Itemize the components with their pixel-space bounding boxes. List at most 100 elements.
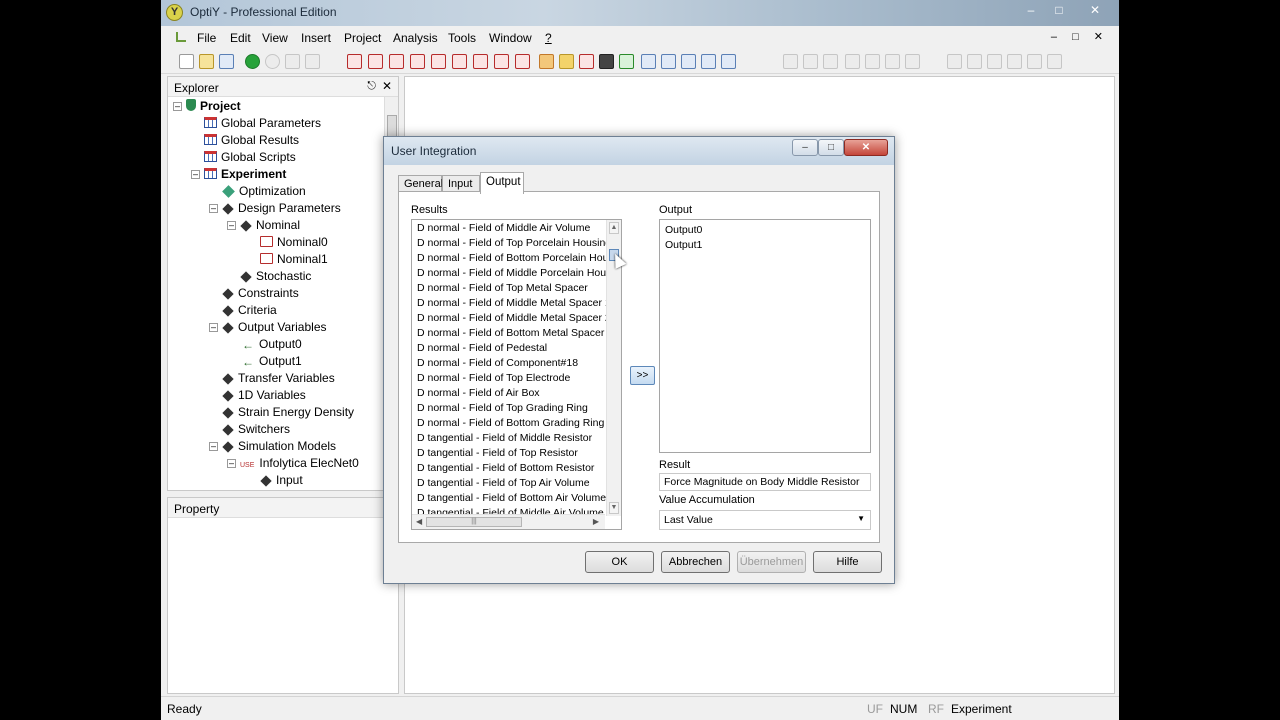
tree-item-1d-variables[interactable]: 1D Variables <box>222 388 306 405</box>
transfer-variable-icon[interactable] <box>431 54 446 69</box>
help-button[interactable]: Hilfe <box>813 551 882 573</box>
tools-icon[interactable] <box>559 54 574 69</box>
collapse-icon[interactable]: – <box>227 221 236 230</box>
list-item[interactable]: D normal - Field of Middle Air Volume <box>417 222 590 237</box>
list-item[interactable]: D normal - Field of Bottom Metal Spacer <box>417 327 604 342</box>
menu-help[interactable]: ? <box>545 31 552 45</box>
menu-window[interactable]: Window <box>489 31 532 45</box>
dialog-maximize-button[interactable]: □ <box>818 139 844 156</box>
shape-icon[interactable] <box>823 54 838 69</box>
collapse-icon[interactable]: – <box>173 102 182 111</box>
scroll-left-icon[interactable]: ◀ <box>416 517 422 526</box>
tree-item-infolytica-elecnet0[interactable]: USE Infolytica ElecNet0 <box>240 456 359 473</box>
list-item[interactable]: D tangential - Field of Middle Resistor <box>417 432 592 447</box>
output-listbox[interactable]: Output0 Output1 <box>659 219 871 453</box>
value-accumulation-select[interactable]: Last Value ▼ <box>659 510 871 530</box>
layout1-icon[interactable] <box>947 54 962 69</box>
script-icon[interactable] <box>599 54 614 69</box>
pin-icon[interactable]: ⎋ <box>367 80 376 93</box>
output-variable-icon[interactable] <box>410 54 425 69</box>
apply-button[interactable]: Übernehmen <box>737 551 806 573</box>
excel-icon[interactable] <box>619 54 634 69</box>
tree-item-nominal[interactable]: Nominal <box>240 218 300 235</box>
menu-view[interactable]: View <box>262 31 288 45</box>
layout6-icon[interactable] <box>1047 54 1062 69</box>
tree-item-transfer-variables[interactable]: Transfer Variables <box>222 371 335 388</box>
close-button[interactable]: ✕ <box>1075 2 1115 20</box>
switcher-icon[interactable] <box>494 54 509 69</box>
layout4-icon[interactable] <box>1007 54 1022 69</box>
menu-insert[interactable]: Insert <box>301 31 331 45</box>
align-icon[interactable] <box>783 54 798 69</box>
tree-item-input[interactable]: Input <box>260 473 303 490</box>
tree-item-nominal1[interactable]: Nominal1 <box>260 252 328 269</box>
scroll-right-icon[interactable]: ▶ <box>593 517 599 526</box>
tree-item-switchers[interactable]: Switchers <box>222 422 290 439</box>
tree-item-strain-energy-density[interactable]: Strain Energy Density <box>222 405 354 422</box>
layout5-icon[interactable] <box>1027 54 1042 69</box>
list-item[interactable]: D tangential - Field of Bottom Resistor <box>417 462 594 477</box>
table-icon[interactable] <box>641 54 656 69</box>
collapse-icon[interactable]: – <box>209 442 218 451</box>
add-to-output-button[interactable]: >> <box>630 366 655 385</box>
list-item[interactable]: D tangential - Field of Top Resistor <box>417 447 578 462</box>
list-item[interactable]: D normal - Field of Top Grading Ring <box>417 402 588 417</box>
list-item[interactable]: D normal - Field of Top Metal Spacer <box>417 282 588 297</box>
list-item[interactable]: D normal - Field of Middle Metal Spacer … <box>417 312 611 327</box>
stop-icon[interactable] <box>265 54 280 69</box>
scroll-down-icon[interactable]: ▼ <box>609 502 619 514</box>
columns-icon[interactable] <box>681 54 696 69</box>
scrollbar-thumb[interactable]: ||| <box>426 517 522 527</box>
close-icon[interactable]: ✕ <box>382 79 392 93</box>
collapse-icon[interactable]: – <box>191 170 200 179</box>
minimize-button[interactable]: – <box>1017 2 1045 20</box>
grid-view-icon[interactable] <box>721 54 736 69</box>
criteria-icon[interactable] <box>389 54 404 69</box>
open-folder-icon[interactable] <box>199 54 214 69</box>
pause-icon[interactable] <box>885 54 900 69</box>
tree-item-constraints[interactable]: Constraints <box>222 286 299 303</box>
list-item[interactable]: Output0 <box>665 224 702 239</box>
menu-file[interactable]: File <box>197 31 216 45</box>
save-icon[interactable] <box>219 54 234 69</box>
ok-button[interactable]: OK <box>585 551 654 573</box>
tree-item-output-variables[interactable]: Output Variables <box>222 320 327 337</box>
constraint-icon[interactable] <box>368 54 383 69</box>
tree-item-optimization[interactable]: Optimization <box>222 184 306 201</box>
tree-item-global-scripts[interactable]: Global Scripts <box>204 150 296 167</box>
results-hscrollbar[interactable]: ◀ ||| ▶ <box>412 514 605 529</box>
tree-item-project[interactable]: Project <box>186 99 241 116</box>
new-file-icon[interactable] <box>179 54 194 69</box>
tree-item-design-parameters[interactable]: Design Parameters <box>222 201 341 218</box>
menu-tools[interactable]: Tools <box>448 31 476 45</box>
layout2-icon[interactable] <box>967 54 982 69</box>
tree-item-output1[interactable]: ← Output1 <box>242 354 302 371</box>
tree-item-stochastic[interactable]: Stochastic <box>240 269 311 286</box>
play-icon[interactable] <box>865 54 880 69</box>
dialog-minimize-button[interactable]: – <box>792 139 818 156</box>
step-icon[interactable] <box>285 54 300 69</box>
simulation-model-icon[interactable] <box>515 54 530 69</box>
maximize-button[interactable]: □ <box>1045 2 1073 20</box>
results-listbox[interactable]: D normal - Field of Middle Air Volume D n… <box>411 219 622 530</box>
list-item[interactable]: D normal - Field of Middle Porcelain Hou… <box>417 267 621 282</box>
result-field[interactable]: Force Magnitude on Body Middle Resistor <box>659 473 871 491</box>
design-parameter-icon[interactable] <box>347 54 362 69</box>
list-item[interactable]: D normal - Field of Top Electrode <box>417 372 570 387</box>
collapse-icon[interactable]: – <box>209 323 218 332</box>
1d-variable-icon[interactable] <box>452 54 467 69</box>
tab-output[interactable]: Output <box>480 172 524 194</box>
menu-analysis[interactable]: Analysis <box>393 31 438 45</box>
list-item[interactable]: D normal - Field of Middle Metal Spacer … <box>417 297 611 312</box>
scroll-up-icon[interactable]: ▲ <box>609 222 619 234</box>
menu-project[interactable]: Project <box>344 31 381 45</box>
tree-item-criteria[interactable]: Criteria <box>222 303 277 320</box>
run-icon[interactable] <box>245 54 260 69</box>
collapse-icon[interactable]: – <box>209 204 218 213</box>
dialog-close-button[interactable]: ✕ <box>844 139 888 156</box>
connect-icon[interactable] <box>803 54 818 69</box>
tree-item-experiment[interactable]: Experiment <box>204 167 286 184</box>
cancel-button[interactable]: Abbrechen <box>661 551 730 573</box>
collapse-icon[interactable]: – <box>227 459 236 468</box>
rows-icon[interactable] <box>701 54 716 69</box>
